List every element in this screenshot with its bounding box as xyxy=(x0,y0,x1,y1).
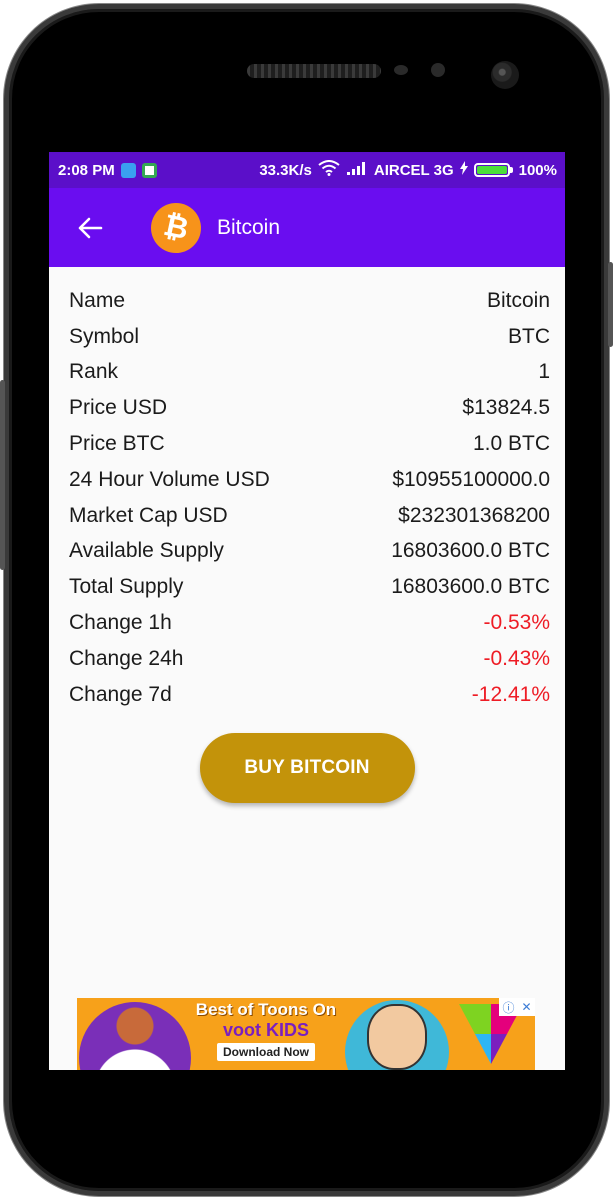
ad-info-icon[interactable]: ⓘ xyxy=(502,999,514,1016)
app-bar: ₿ Bitcoin xyxy=(49,188,565,267)
detail-label: Total Supply xyxy=(69,575,184,599)
detail-value: BTC xyxy=(508,324,550,348)
detail-value: $232301368200 xyxy=(398,503,550,527)
detail-row: Change 7d -12.41% xyxy=(69,677,550,713)
detail-label: Change 24h xyxy=(69,646,184,670)
ad-brand: voot KIDS xyxy=(222,1020,309,1040)
front-camera xyxy=(491,61,519,89)
signal-icon xyxy=(346,161,368,179)
ad-close-icon[interactable]: ✕ xyxy=(521,1000,531,1014)
detail-value: -12.41% xyxy=(471,682,550,706)
detail-value: Bitcoin xyxy=(486,288,550,312)
bitcoin-icon: ₿ xyxy=(146,197,206,258)
carrier-name: AIRCEL 3G xyxy=(373,161,454,179)
page-title: Bitcoin xyxy=(217,215,281,239)
detail-row: Change 24h -0.43% xyxy=(69,641,550,677)
ad-character-image xyxy=(83,1002,187,1070)
earpiece-speaker xyxy=(247,64,381,78)
arrow-back-icon xyxy=(78,217,103,238)
detail-label: Market Cap USD xyxy=(69,503,228,527)
ad-download-button[interactable]: Download Now xyxy=(217,1043,315,1061)
ad-character2-image xyxy=(367,1004,427,1070)
detail-label: Change 7d xyxy=(69,682,172,706)
notification-app-icon xyxy=(120,162,136,178)
ad-close-controls[interactable]: ⓘ ✕ xyxy=(499,998,535,1016)
detail-row: 24 Hour Volume USD $10955100000.0 xyxy=(69,462,550,498)
detail-row: Available Supply 16803600.0 BTC xyxy=(69,534,550,570)
detail-value: 1.0 BTC xyxy=(472,432,550,456)
status-time: 2:08 PM xyxy=(58,161,115,179)
detail-value: 1 xyxy=(538,360,550,384)
detail-label: Name xyxy=(69,288,126,312)
buy-bitcoin-button[interactable]: BUY BITCOIN xyxy=(199,732,415,803)
detail-row: Change 1h -0.53% xyxy=(69,605,550,641)
detail-row: Rank 1 xyxy=(69,355,550,391)
battery-icon xyxy=(473,163,513,177)
maps-icon xyxy=(141,162,157,178)
detail-value: 16803600.0 BTC xyxy=(391,575,550,599)
detail-value: -0.53% xyxy=(483,611,550,635)
detail-value: $10955100000.0 xyxy=(392,467,550,491)
detail-label: Price BTC xyxy=(69,432,165,456)
charging-icon xyxy=(459,161,468,179)
detail-label: 24 Hour Volume USD xyxy=(69,467,270,491)
volume-button xyxy=(0,380,5,570)
detail-row: Price BTC 1.0 BTC xyxy=(69,426,550,462)
power-button xyxy=(608,262,613,347)
detail-label: Symbol xyxy=(69,324,140,348)
detail-row: Name Bitcoin xyxy=(69,283,550,319)
light-sensor xyxy=(431,63,445,77)
wifi-icon xyxy=(318,160,340,180)
ad-headline: Best of Toons On xyxy=(195,1000,337,1019)
detail-row: Price USD $13824.5 xyxy=(69,390,550,426)
status-bar: 2:08 PM 33.3K/s AIRCEL 3G 100% xyxy=(49,152,565,188)
detail-row: Symbol BTC xyxy=(69,319,550,355)
detail-label: Rank xyxy=(69,360,119,384)
ad-banner[interactable]: Best of Toons On voot KIDS Download Now … xyxy=(77,998,535,1070)
detail-label: Change 1h xyxy=(69,611,172,635)
detail-value: 16803600.0 BTC xyxy=(391,539,550,563)
detail-value: $13824.5 xyxy=(462,396,550,420)
detail-row: Market Cap USD $232301368200 xyxy=(69,498,550,534)
back-button[interactable] xyxy=(75,213,105,243)
detail-label: Available Supply xyxy=(69,539,224,563)
battery-percent: 100% xyxy=(518,161,557,179)
detail-row: Total Supply 16803600.0 BTC xyxy=(69,569,550,605)
detail-label: Price USD xyxy=(69,396,168,420)
app-screen: 2:08 PM 33.3K/s AIRCEL 3G 100% ₿ Bitcoin… xyxy=(49,152,565,1070)
proximity-sensor xyxy=(394,65,408,75)
detail-value: -0.43% xyxy=(483,646,550,670)
network-speed: 33.3K/s xyxy=(259,161,312,179)
coin-details-list: Name Bitcoin Symbol BTC Rank 1 Price USD $13824… xyxy=(49,267,565,713)
